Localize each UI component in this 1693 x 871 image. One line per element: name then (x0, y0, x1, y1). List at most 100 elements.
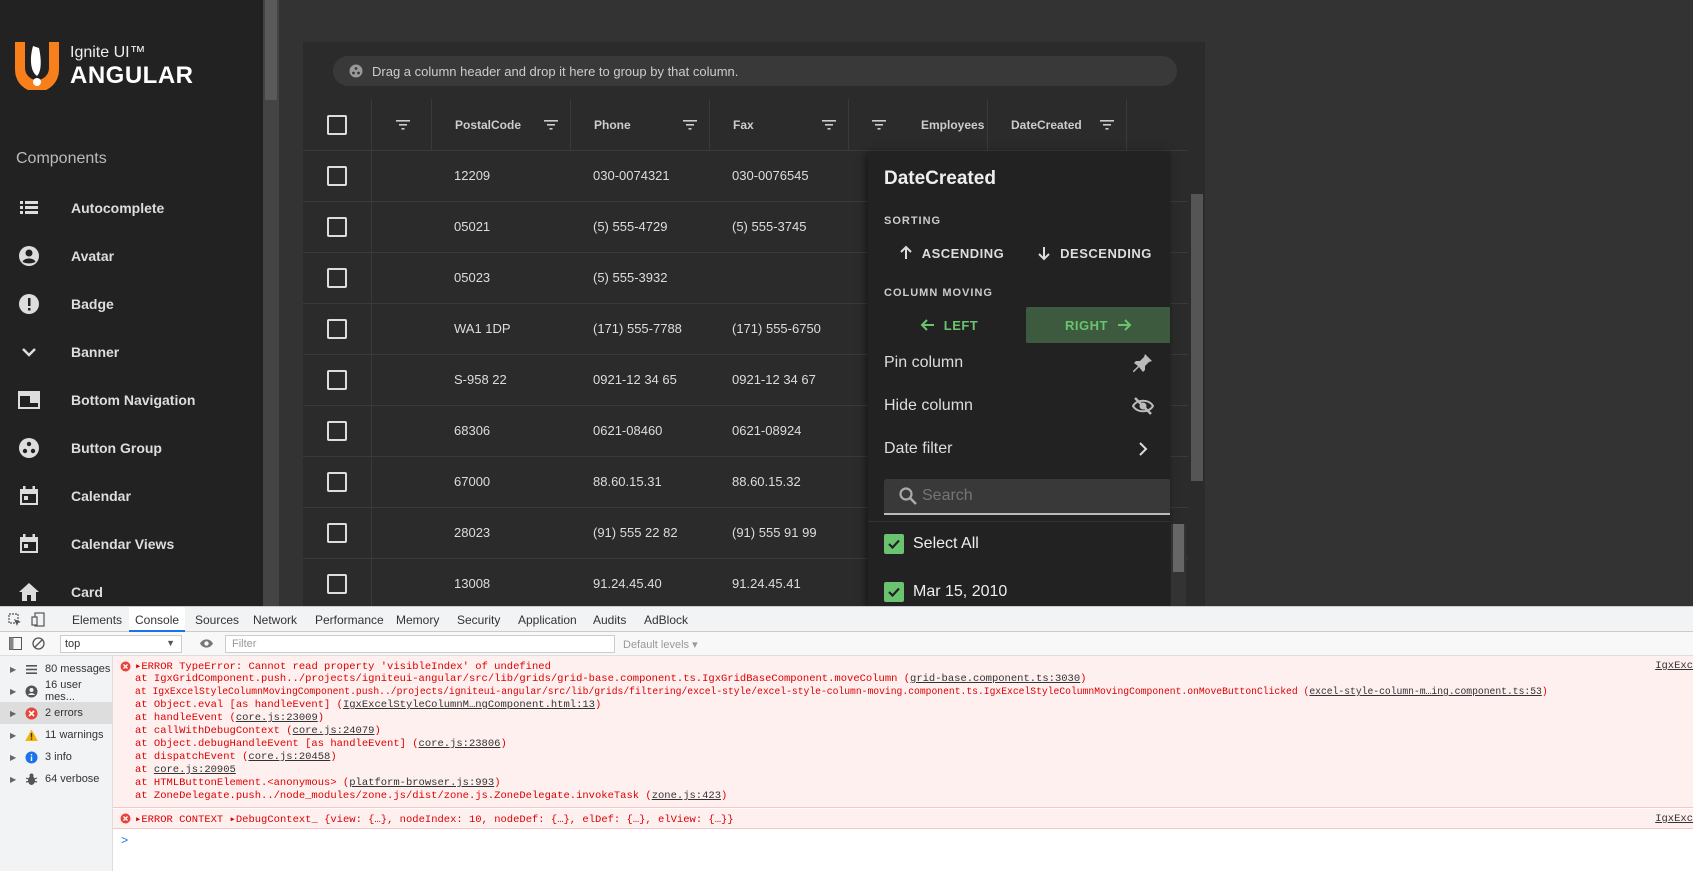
error-context-line[interactable]: ▸ERROR CONTEXT ▸DebugContext_ {view: {…}… (135, 813, 734, 826)
menu-search-field[interactable] (884, 479, 1170, 515)
clear-console-icon[interactable] (32, 637, 45, 650)
sidebar-item-bottom-navigation[interactable]: Bottom Navigation (0, 376, 263, 424)
pin-column-item[interactable]: Pin column (884, 343, 1154, 383)
sidebar-item-autocomplete[interactable]: Autocomplete (0, 184, 263, 232)
tab-network[interactable]: Network (253, 613, 297, 627)
stack-frame-link[interactable]: platform-browser.js:993 (349, 777, 494, 789)
select-all-checkbox[interactable]: Select All (884, 534, 979, 554)
sidebar-item-errors[interactable]: ▶ 2 errors (0, 702, 113, 724)
console-prompt[interactable]: > (121, 834, 128, 848)
sidebar-item-calendar[interactable]: Calendar (0, 472, 263, 520)
column-header-datecreated[interactable]: DateCreated (987, 99, 1126, 151)
sidebar-item-badge[interactable]: Badge (0, 280, 263, 328)
sidebar-toggle-icon[interactable] (9, 637, 22, 650)
filter-icon[interactable] (544, 120, 558, 130)
column-header-postalcode[interactable]: PostalCode (431, 99, 570, 151)
column-header[interactable] (371, 99, 431, 151)
row-checkbox[interactable] (327, 166, 347, 186)
context-select-value: top (65, 638, 81, 650)
error-source-link[interactable]: IgxExc (1655, 813, 1693, 825)
row-checkbox[interactable] (327, 574, 347, 594)
stack-frame-link[interactable]: core.js:23009 (236, 712, 318, 724)
column-header-employees[interactable]: Employees (848, 99, 987, 151)
inspect-element-icon[interactable] (8, 613, 22, 627)
filter-icon[interactable] (396, 120, 410, 130)
sidebar-item-verbose[interactable]: ▶ 64 verbose (0, 768, 113, 790)
stack-frame-link[interactable]: core.js:20458 (248, 751, 330, 763)
tab-memory[interactable]: Memory (396, 613, 439, 627)
menu-search-input[interactable] (922, 487, 1152, 505)
stack-frame-link[interactable]: grid-base.component.ts:3030 (910, 673, 1080, 685)
filter-icon[interactable] (1100, 120, 1114, 130)
sidebar-item-banner[interactable]: Banner (0, 328, 263, 376)
filter-icon[interactable] (822, 120, 836, 130)
scrollbar-thumb[interactable] (265, 0, 277, 100)
row-checkbox[interactable] (327, 268, 347, 288)
select-all-rows-checkbox[interactable] (327, 115, 347, 135)
move-left-button[interactable]: LEFT (884, 307, 1014, 343)
filter-value-item[interactable]: Mar 15, 2010 (884, 582, 1007, 602)
stack-frame-link[interactable]: core.js:24079 (293, 725, 375, 737)
sidebar-item-button-group[interactable]: Button Group (0, 424, 263, 472)
stack-frame-link[interactable]: IgxExcelStyleColumnM…ngComponent.html:13 (343, 699, 595, 711)
stack-frame-link[interactable]: excel-style-column-m…ing.component.ts:53 (1309, 686, 1542, 697)
row-checkbox[interactable] (327, 421, 347, 441)
tab-console[interactable]: Console (129, 607, 186, 632)
hide-column-item[interactable]: Hide column (884, 386, 1154, 426)
checkbox-checked[interactable] (884, 534, 904, 554)
tab-application[interactable]: Application (518, 613, 577, 627)
move-right-button[interactable]: RIGHT (1026, 307, 1170, 343)
console-error-message[interactable]: ▸ERROR TypeError: Cannot read property '… (113, 656, 1693, 808)
row-checkbox[interactable] (327, 370, 347, 390)
tab-adblock[interactable]: AdBlock (644, 613, 688, 627)
sidebar-item-user-messages[interactable]: ▶ 16 user mes... (0, 679, 113, 703)
tab-performance[interactable]: Performance (315, 613, 384, 627)
console-filter-input[interactable]: Filter (225, 635, 615, 653)
row-checkbox[interactable] (327, 472, 347, 492)
grid-scrollbar[interactable] (1188, 99, 1205, 606)
column-header-fax[interactable]: Fax (709, 99, 848, 151)
cell-phone: (5) 555-3932 (593, 270, 668, 285)
tab-sources[interactable]: Sources (195, 613, 239, 627)
menu-list-scrollbar[interactable] (1171, 524, 1186, 606)
error-source-link[interactable]: IgxExc (1655, 660, 1693, 672)
group-by-area[interactable]: Drag a column header and drop it here to… (333, 56, 1177, 86)
sidebar-item-warnings[interactable]: ▶ 11 warnings (0, 724, 113, 746)
column-header-phone[interactable]: Phone (570, 99, 709, 151)
stack-frame-link[interactable]: zone.js:423 (652, 790, 721, 802)
context-select[interactable]: top ▼ (60, 635, 182, 653)
console-error-message[interactable]: ▸ERROR CONTEXT ▸DebugContext_ {view: {…}… (113, 809, 1693, 829)
scrollbar-thumb[interactable] (1191, 194, 1203, 481)
stack-frame-link[interactable]: core.js:20905 (154, 764, 236, 776)
sidebar-scrollbar[interactable] (263, 0, 279, 606)
filter-icon[interactable] (683, 120, 697, 130)
row-checkbox[interactable] (327, 217, 347, 237)
tab-security[interactable]: Security (457, 613, 500, 627)
sidebar-item-info[interactable]: ▶ 3 info (0, 746, 113, 768)
row-checkbox[interactable] (327, 319, 347, 339)
row-checkbox[interactable] (327, 523, 347, 543)
tab-elements[interactable]: Elements (72, 613, 122, 627)
date-filter-item[interactable]: Date filter (884, 429, 1154, 469)
device-toolbar-icon[interactable] (31, 612, 45, 627)
stack-frame-link[interactable]: core.js:23806 (419, 738, 501, 750)
checkbox-checked[interactable] (884, 582, 904, 602)
log-levels-dropdown[interactable]: Default levels ▾ (623, 638, 698, 651)
filter-icon[interactable] (872, 120, 886, 130)
sidebar-item-avatar[interactable]: Avatar (0, 232, 263, 280)
sidebar-item-card[interactable]: Card (0, 568, 263, 606)
sort-ascending-button[interactable]: ASCENDING (886, 235, 1016, 271)
sidebar-item-messages[interactable]: ▶ 80 messages (0, 658, 113, 680)
error-headline[interactable]: ▸ERROR TypeError: Cannot read property '… (135, 660, 551, 673)
column-header[interactable] (1126, 99, 1188, 151)
sidebar-item-label: Badge (71, 296, 114, 312)
expand-arrow-icon: ▶ (10, 708, 17, 718)
tab-audits[interactable]: Audits (593, 613, 626, 627)
sort-descending-button[interactable]: DESCENDING (1024, 235, 1164, 271)
eye-icon[interactable] (199, 638, 214, 649)
logo[interactable]: Ignite UI™ ANGULAR (15, 42, 263, 92)
column-header-label: Fax (733, 118, 754, 132)
sidebar-item-calendar-views[interactable]: Calendar Views (0, 520, 263, 568)
scrollbar-thumb[interactable] (1173, 524, 1184, 572)
sidebar-item-label: Calendar (71, 488, 131, 504)
